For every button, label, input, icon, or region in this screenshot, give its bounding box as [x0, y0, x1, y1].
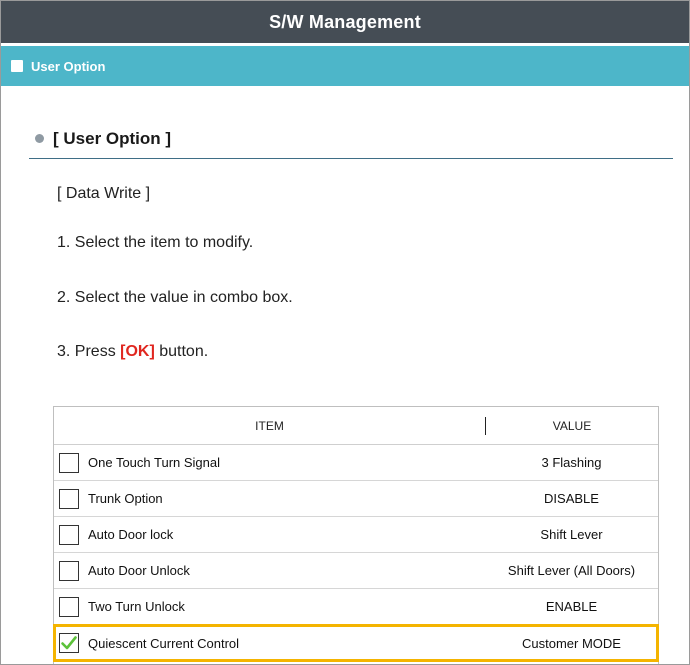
row-value[interactable]: Shift Lever (All Doors) — [485, 563, 658, 578]
table-row[interactable]: Trunk Option DISABLE — [54, 481, 658, 517]
row-checkbox[interactable] — [59, 452, 79, 473]
instruction-step-3: 3. Press [OK] button. — [57, 343, 208, 361]
table-row[interactable]: Auto Door Unlock Shift Lever (All Doors) — [54, 553, 658, 589]
row-item-name: Auto Door lock — [88, 527, 174, 542]
row-value[interactable]: 3 Flashing — [485, 455, 658, 470]
row-checkbox[interactable] — [59, 524, 79, 545]
ok-reference-text: [OK] — [120, 343, 155, 360]
row-value[interactable]: Customer MODE — [485, 636, 658, 651]
row-checkbox[interactable] — [59, 596, 79, 617]
column-header-item: ITEM — [255, 418, 284, 433]
section-header-bar: User Option — [1, 46, 689, 86]
page-heading-text: [ User Option ] — [53, 128, 172, 148]
window-title: S/W Management — [269, 11, 421, 32]
row-item-name: Trunk Option — [88, 491, 163, 506]
row-checkbox-checked[interactable] — [59, 633, 79, 653]
instruction-step-3-suffix: button. — [154, 343, 209, 360]
row-value[interactable]: Shift Lever — [485, 527, 658, 542]
row-item-name: Two Turn Unlock — [88, 599, 185, 614]
user-option-table: ITEM VALUE One Touch Turn Signal 3 Flash… — [53, 406, 659, 664]
square-icon — [11, 60, 23, 72]
row-item-name: Quiescent Current Control — [88, 635, 240, 651]
table-header: ITEM VALUE — [54, 407, 658, 445]
check-icon — [61, 636, 77, 650]
column-header-value: VALUE — [552, 418, 592, 433]
instruction-data-write: [ Data Write ] — [57, 185, 151, 202]
bullet-icon — [35, 134, 44, 143]
page-heading: [ User Option ] — [29, 123, 673, 159]
row-item-name: Auto Door Unlock — [88, 563, 190, 578]
row-checkbox[interactable] — [59, 560, 79, 581]
row-value[interactable]: DISABLE — [485, 491, 658, 506]
instruction-step-2: 2. Select the value in combo box. — [57, 289, 293, 306]
section-title: User Option — [31, 58, 106, 74]
table-row[interactable]: One Touch Turn Signal 3 Flashing — [54, 445, 658, 481]
table-row[interactable]: Two Turn Unlock ENABLE — [54, 589, 658, 625]
row-item-name: One Touch Turn Signal — [88, 455, 221, 470]
window-frame: S/W Management User Option [ User Option… — [0, 0, 690, 665]
table-row-selected[interactable]: Quiescent Current Control Customer MODE — [53, 624, 659, 662]
window-title-bar: S/W Management — [1, 1, 689, 43]
instruction-step-1: 1. Select the item to modify. — [57, 234, 254, 251]
row-value[interactable]: ENABLE — [485, 599, 658, 614]
instruction-step-3-prefix: 3. Press — [57, 343, 121, 360]
table-row[interactable]: Auto Door lock Shift Lever — [54, 517, 658, 553]
row-checkbox[interactable] — [59, 488, 79, 509]
